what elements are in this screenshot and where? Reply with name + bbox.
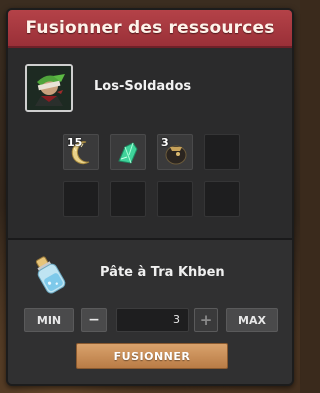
inventory-slot[interactable] — [110, 134, 146, 170]
empty-slot[interactable] — [204, 181, 240, 217]
window-title: Fusionner des ressources — [25, 18, 275, 38]
green-crystal-resource-icon — [118, 142, 138, 164]
decrease-quantity-button[interactable]: − — [81, 308, 107, 332]
empty-slot[interactable] — [157, 181, 193, 217]
slot-quantity: 3 — [161, 136, 169, 149]
inventory-slot[interactable]: 3 — [157, 134, 193, 170]
fuse-resources-window: Fusionner des ressources Los-Soldados 15… — [6, 8, 294, 386]
empty-slot[interactable] — [110, 181, 146, 217]
ingredient-grid: 15 3 — [63, 134, 240, 217]
window-titlebar[interactable]: Fusionner des ressources — [8, 10, 292, 48]
fuse-button[interactable]: FUSIONNER — [76, 343, 228, 369]
slot-quantity: 15 — [67, 136, 83, 149]
inventory-slot[interactable]: 15 — [63, 134, 99, 170]
empty-slot[interactable] — [63, 181, 99, 217]
ingredients-panel: Los-Soldados 15 3 — [8, 50, 292, 238]
empty-slot[interactable] — [204, 134, 240, 170]
quantity-input[interactable]: 3 — [116, 308, 189, 332]
result-item-name: Pâte à Tra Khben — [100, 265, 225, 280]
min-button[interactable]: MIN — [24, 308, 74, 332]
potion-bottle-icon — [35, 256, 66, 294]
result-panel: Pâte à Tra Khben MIN − 3 + MAX FUSIONNER — [8, 240, 292, 384]
increase-quantity-button[interactable]: + — [194, 308, 218, 332]
player-name: Los-Soldados — [94, 79, 192, 94]
character-portrait-icon[interactable] — [25, 64, 73, 112]
max-button[interactable]: MAX — [226, 308, 278, 332]
